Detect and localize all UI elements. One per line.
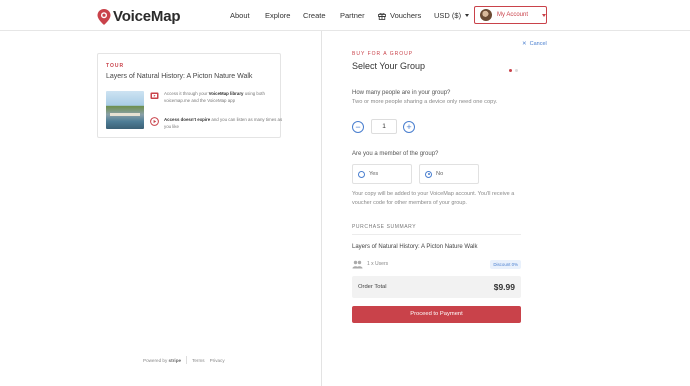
step-dot-active — [509, 69, 512, 72]
my-account-label: My Account — [497, 12, 529, 18]
currency-selector[interactable]: USD ($) — [434, 11, 470, 20]
member-option-no[interactable]: No — [419, 164, 479, 184]
tour-tag: TOUR — [106, 63, 125, 69]
voicemap-pin-logo-icon — [97, 8, 111, 25]
summary-tour-title: Layers of Natural History: A Picton Natu… — [352, 244, 478, 250]
footer-separator — [186, 356, 188, 364]
column-divider — [321, 31, 322, 386]
member-option-yes[interactable]: Yes — [352, 164, 412, 184]
feature-no-expiry: Access doesn't expire and you can listen… — [150, 117, 286, 130]
terms-link[interactable]: Terms — [192, 358, 205, 363]
currency-label: USD ($) — [434, 11, 462, 20]
proceed-to-payment-button[interactable]: Proceed to Payment — [352, 306, 521, 323]
users-icon — [352, 260, 363, 268]
summary-divider — [352, 234, 521, 235]
feature-text: Access doesn't expire and you can listen… — [164, 117, 283, 129]
nav-about-link[interactable]: About — [230, 11, 250, 20]
discount-badge: Discount 0% — [490, 259, 521, 269]
cancel-button[interactable]: ✕ Cancel — [522, 41, 547, 47]
powered-by-label: Powered by stripe — [143, 357, 182, 363]
chevron-down-icon — [465, 14, 470, 17]
close-icon: ✕ — [522, 41, 527, 47]
voucher-note: Your copy will be added to your VoiceMap… — [352, 191, 515, 206]
feature-library-access: Access it through your VoiceMap library … — [150, 91, 286, 104]
group-size-question: How many people are in your group? — [352, 90, 451, 96]
play-icon — [150, 117, 159, 126]
radio-yes[interactable] — [358, 170, 365, 178]
step-indicator — [509, 69, 518, 72]
page-title: Select Your Group — [352, 61, 426, 71]
privacy-link[interactable]: Privacy — [210, 358, 225, 363]
group-size-hint: Two or more people sharing a device only… — [352, 99, 498, 105]
group-purchase-eyebrow: BUY FOR A GROUP — [352, 51, 414, 57]
nav-partner-link[interactable]: Partner — [340, 11, 365, 20]
vouchers-label: Vouchers — [390, 11, 422, 20]
order-total-value: $9.99 — [493, 282, 515, 292]
option-yes-label: Yes — [369, 171, 379, 177]
step-dot — [515, 69, 518, 72]
voicemap-logo[interactable]: VoiceMap — [97, 8, 181, 25]
summary-users-row: 1 x Users Discount 0% — [352, 258, 521, 270]
my-account-button[interactable]: My Account — [474, 6, 547, 24]
feature-text: Access it through your VoiceMap library … — [164, 91, 265, 103]
gift-icon — [378, 12, 386, 20]
minus-icon: − — [355, 122, 361, 132]
tour-thumbnail — [106, 91, 144, 129]
radio-no[interactable] — [425, 170, 432, 178]
member-question: Are you a member of the group? — [352, 151, 439, 157]
order-total-label: Order Total — [358, 284, 387, 290]
chevron-down-icon — [542, 13, 546, 17]
nav-vouchers-link[interactable]: Vouchers — [378, 11, 421, 20]
increase-quantity-button[interactable]: + — [403, 121, 415, 133]
nav-create-link[interactable]: Create — [303, 11, 326, 20]
tour-summary-card: TOUR Layers of Natural History: A Picton… — [97, 53, 282, 138]
nav-explore-link[interactable]: Explore — [265, 11, 290, 20]
library-icon — [150, 92, 159, 99]
quantity-input[interactable]: 1 — [371, 119, 397, 134]
order-total-row: Order Total $9.99 — [352, 276, 521, 298]
plus-icon: + — [406, 122, 412, 132]
option-no-label: No — [436, 171, 444, 177]
logo-text: VoiceMap — [113, 8, 181, 25]
top-navigation-bar: VoiceMap About Explore Create Partner Vo… — [0, 0, 690, 31]
powered-by-stripe: Powered by stripe Terms Privacy — [143, 356, 225, 364]
decrease-quantity-button[interactable]: − — [352, 121, 364, 133]
avatar — [480, 9, 492, 21]
users-count: 1 x Users — [367, 261, 389, 267]
tour-title: Layers of Natural History: A Picton Natu… — [106, 73, 253, 80]
cancel-label: Cancel — [529, 41, 547, 47]
purchase-summary-heading: PURCHASE SUMMARY — [352, 224, 417, 230]
